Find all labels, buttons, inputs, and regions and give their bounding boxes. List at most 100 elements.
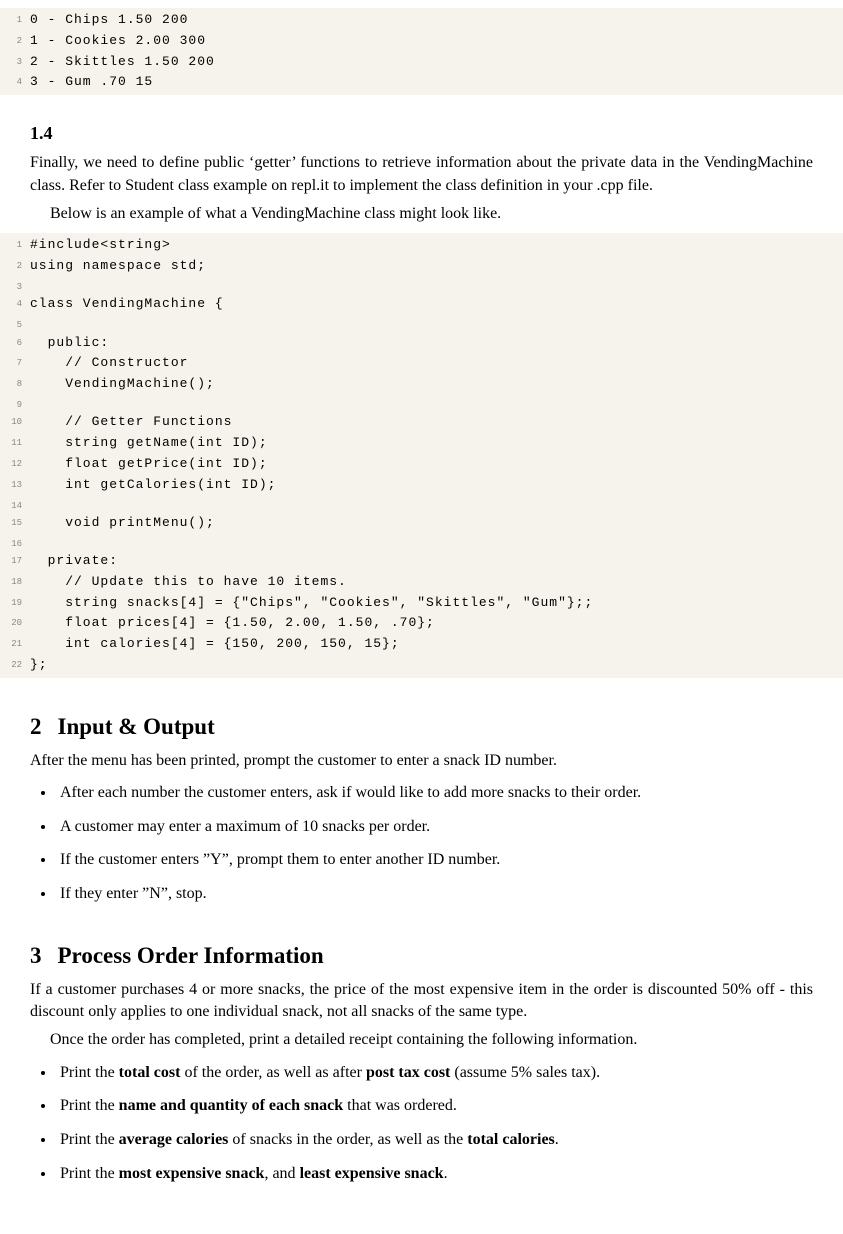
code-text: 2 - Skittles 1.50 200 — [30, 52, 843, 73]
code-line: 19 string snacks[4] = {"Chips", "Cookies… — [0, 593, 843, 614]
section-3-heading: 3 Process Order Information — [30, 943, 813, 969]
line-number: 10 — [0, 412, 30, 433]
line-number: 7 — [0, 353, 30, 374]
line-number: 2 — [0, 256, 30, 277]
line-number: 6 — [0, 333, 30, 354]
document-page: 10 - Chips 1.50 20021 - Cookies 2.00 300… — [0, 8, 843, 1234]
line-number: 2 — [0, 31, 30, 52]
line-number: 17 — [0, 551, 30, 572]
code-line: 1#include<string> — [0, 235, 843, 256]
code-text: class VendingMachine { — [30, 294, 843, 315]
line-number: 9 — [0, 395, 30, 412]
bold-term: total calories — [467, 1131, 555, 1148]
code-text: void printMenu(); — [30, 513, 843, 534]
code-line: 18 // Update this to have 10 items. — [0, 572, 843, 593]
section-1-4-para-2: Below is an example of what a VendingMac… — [30, 203, 813, 225]
list-item: A customer may enter a maximum of 10 sna… — [56, 814, 813, 840]
section-3-bullet-list: Print the total cost of the order, as we… — [56, 1060, 813, 1186]
bold-term: average calories — [119, 1131, 229, 1148]
list-item: Print the total cost of the order, as we… — [56, 1060, 813, 1086]
code-text: private: — [30, 551, 843, 572]
line-number: 5 — [0, 315, 30, 332]
bold-term: name and quantity of each snack — [119, 1097, 343, 1114]
bold-term: post tax cost — [366, 1064, 450, 1081]
code-line: 7 // Constructor — [0, 353, 843, 374]
section-2-number: 2 — [30, 714, 42, 739]
code-line: 17 private: — [0, 551, 843, 572]
line-number: 12 — [0, 454, 30, 475]
section-3-number: 3 — [30, 943, 42, 968]
line-number: 1 — [0, 10, 30, 31]
bold-term: total cost — [119, 1064, 181, 1081]
code-text: string getName(int ID); — [30, 433, 843, 454]
code-text — [30, 496, 843, 513]
code-line: 4class VendingMachine { — [0, 294, 843, 315]
code-text: VendingMachine(); — [30, 374, 843, 395]
line-number: 3 — [0, 52, 30, 73]
code-text: 0 - Chips 1.50 200 — [30, 10, 843, 31]
code-text: // Getter Functions — [30, 412, 843, 433]
code-text: 1 - Cookies 2.00 300 — [30, 31, 843, 52]
line-number: 14 — [0, 496, 30, 513]
code-line: 8 VendingMachine(); — [0, 374, 843, 395]
code-line: 22}; — [0, 655, 843, 676]
code-text: float prices[4] = {1.50, 2.00, 1.50, .70… — [30, 613, 843, 634]
list-item: After each number the customer enters, a… — [56, 780, 813, 806]
code-line: 6 public: — [0, 333, 843, 354]
code-line: 21 - Cookies 2.00 300 — [0, 31, 843, 52]
code-text: using namespace std; — [30, 256, 843, 277]
code-line: 20 float prices[4] = {1.50, 2.00, 1.50, … — [0, 613, 843, 634]
list-item: Print the most expensive snack, and leas… — [56, 1161, 813, 1187]
code-line: 2using namespace std; — [0, 256, 843, 277]
code-line: 15 void printMenu(); — [0, 513, 843, 534]
section-1-4-para-1: Finally, we need to define public ‘gette… — [30, 152, 813, 197]
line-number: 13 — [0, 475, 30, 496]
section-3-para-2: Once the order has completed, print a de… — [30, 1029, 813, 1051]
code-text: int calories[4] = {150, 200, 150, 15}; — [30, 634, 843, 655]
list-item: If they enter ”N”, stop. — [56, 881, 813, 907]
code-line: 12 float getPrice(int ID); — [0, 454, 843, 475]
section-2-intro: After the menu has been printed, prompt … — [30, 750, 813, 772]
code-text: float getPrice(int ID); — [30, 454, 843, 475]
section-1-4-heading: 1.4 — [30, 123, 813, 144]
code-text: // Constructor — [30, 353, 843, 374]
code-line: 14 — [0, 496, 843, 513]
section-2-heading: 2 Input & Output — [30, 714, 813, 740]
code-line: 13 int getCalories(int ID); — [0, 475, 843, 496]
code-text — [30, 534, 843, 551]
code-text — [30, 277, 843, 294]
line-number: 11 — [0, 433, 30, 454]
code-text: 3 - Gum .70 15 — [30, 72, 843, 93]
code-line: 16 — [0, 534, 843, 551]
list-item: If the customer enters ”Y”, prompt them … — [56, 847, 813, 873]
line-number: 1 — [0, 235, 30, 256]
section-2-title: Input & Output — [58, 714, 215, 739]
code-line: 10 - Chips 1.50 200 — [0, 10, 843, 31]
code-text: }; — [30, 655, 843, 676]
line-number: 20 — [0, 613, 30, 634]
code-text — [30, 315, 843, 332]
code-line: 43 - Gum .70 15 — [0, 72, 843, 93]
code-line: 9 — [0, 395, 843, 412]
code-text: public: — [30, 333, 843, 354]
line-number: 4 — [0, 72, 30, 93]
code-line: 21 int calories[4] = {150, 200, 150, 15}… — [0, 634, 843, 655]
code-line: 11 string getName(int ID); — [0, 433, 843, 454]
code-text — [30, 395, 843, 412]
line-number: 18 — [0, 572, 30, 593]
line-number: 3 — [0, 277, 30, 294]
line-number: 21 — [0, 634, 30, 655]
line-number: 8 — [0, 374, 30, 395]
code-line: 10 // Getter Functions — [0, 412, 843, 433]
list-item: Print the average calories of snacks in … — [56, 1127, 813, 1153]
code-text: string snacks[4] = {"Chips", "Cookies", … — [30, 593, 843, 614]
section-3-para-1: If a customer purchases 4 or more snacks… — [30, 979, 813, 1024]
code-text: #include<string> — [30, 235, 843, 256]
bold-term: most expensive snack — [119, 1165, 265, 1182]
code-text: int getCalories(int ID); — [30, 475, 843, 496]
code-block-menu-output: 10 - Chips 1.50 20021 - Cookies 2.00 300… — [0, 8, 843, 95]
code-line: 5 — [0, 315, 843, 332]
line-number: 22 — [0, 655, 30, 676]
section-3-title: Process Order Information — [58, 943, 324, 968]
bold-term: least expensive snack — [300, 1165, 444, 1182]
